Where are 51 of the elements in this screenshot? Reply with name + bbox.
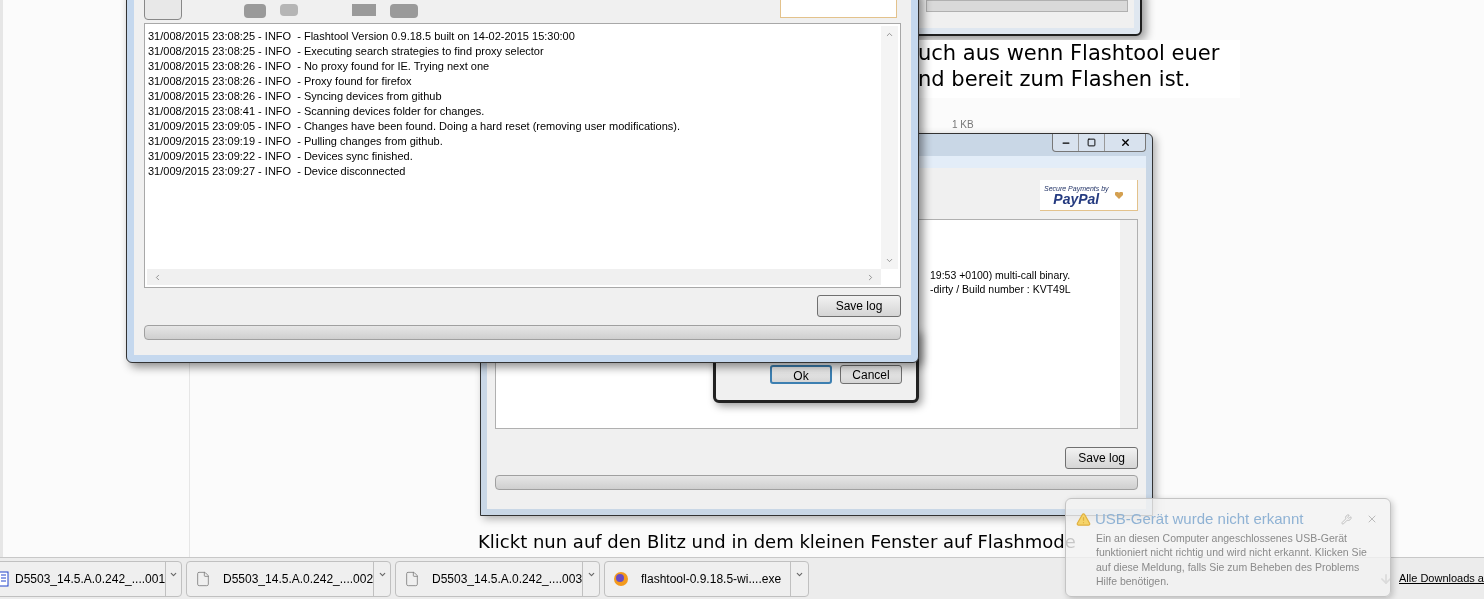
- log-line: 31/009/2015 23:09:19 - INFO - Pulling changes from github.: [148, 134, 444, 149]
- scrollbar[interactable]: [147, 269, 881, 285]
- log-line: 31/009/2015 23:09:27 - INFO - Device disconnected: [148, 164, 407, 179]
- archive-file-icon: [0, 570, 9, 587]
- download-item[interactable]: flashtool-0.9.18.5-wi....exe: [604, 560, 809, 597]
- notification-text: Ein an diesen Computer angeschlossenes USB-Gerät funktioniert nicht richtig und wird nicht erkannt. Klicken Sie auf diese Meldung, falls Sie zum Beheben des Problems Hilfe benötigen.: [1095, 530, 1368, 589]
- scroll-down-icon[interactable]: [885, 256, 894, 265]
- download-name: D5503_14.5.A.0.242_....002: [223, 570, 374, 588]
- file-size: 1 KB: [952, 118, 974, 132]
- warning-icon: [1076, 511, 1091, 527]
- log-line: -dirty / Build number : KVT49L: [930, 282, 1072, 296]
- scrollbar[interactable]: [881, 26, 898, 269]
- log-line: 31/009/2015 23:09:05 - INFO - Changes have been found. Doing a hard reset (removing user modifications).: [148, 119, 681, 134]
- save-log-button[interactable]: Save log: [1065, 447, 1138, 469]
- log-line: 31/008/2015 23:08:26 - INFO - Syncing devices from github: [148, 89, 443, 104]
- download-name: D5503_14.5.A.0.242_....001: [15, 570, 166, 588]
- logo-wordmark: PayPal: [1053, 191, 1100, 206]
- file-icon: [195, 570, 211, 587]
- log-line: 31/008/2015 23:08:25 - INFO - Flashtool Version 0.9.18.5 built on 14-02-2015 15:30:00: [148, 29, 576, 44]
- dialog-button[interactable]: Cancel: [840, 365, 902, 384]
- file-icon: [404, 570, 420, 587]
- download-item[interactable]: D5503_14.5.A.0.242_....002: [186, 560, 391, 597]
- paragraph-line: nd bereit zum Flashen ist.: [918, 66, 1192, 92]
- scroll-right-icon[interactable]: [866, 272, 875, 282]
- paragraph-line: uch aus wenn Flashtool euer: [918, 40, 1221, 66]
- scroll-up-icon[interactable]: [885, 30, 894, 39]
- heart-icon: [1114, 191, 1123, 199]
- log-line: 31/008/2015 23:08:25 - INFO - Executing search strategies to find proxy selector: [148, 44, 545, 59]
- log-line: 19:53 +0100) multi-call binary.: [930, 268, 1072, 282]
- show-all-downloads-link[interactable]: Alle Downloads a: [1399, 570, 1484, 587]
- scrollbar[interactable]: [1120, 220, 1137, 428]
- settings-icon[interactable]: [1341, 513, 1352, 525]
- download-item[interactable]: D5503_14.5.A.0.242_....003: [395, 560, 600, 597]
- save-log-button[interactable]: Save log: [817, 295, 901, 317]
- download-name: flashtool-0.9.18.5-wi....exe: [641, 570, 782, 588]
- dialog-button[interactable]: Ok: [770, 365, 832, 384]
- globe-icon: [613, 570, 629, 587]
- log-line: 31/009/2015 23:09:22 - INFO - Devices sync finished.: [148, 149, 414, 164]
- scrollbar[interactable]: [926, 0, 1128, 12]
- toolbar-icon[interactable]: [352, 4, 376, 16]
- download-name: D5503_14.5.A.0.242_....003: [432, 570, 583, 588]
- toolbar-icon[interactable]: [244, 4, 266, 18]
- maximize-icon: [1087, 138, 1096, 147]
- log-line: 31/008/2015 23:08:26 - INFO - Proxy found for firefox: [148, 74, 413, 89]
- notification-title: USB-Gerät wurde nicht erkannt: [1095, 509, 1304, 529]
- log-line: 31/008/2015 23:08:41 - INFO - Scanning devices folder for changes.: [148, 104, 486, 119]
- log-line: 31/008/2015 23:08:26 - INFO - No proxy found for IE. Trying next one: [148, 59, 491, 74]
- close-icon: [1119, 137, 1131, 148]
- scroll-left-icon[interactable]: [153, 272, 162, 282]
- toolbar-icon[interactable]: [390, 4, 418, 18]
- download-item[interactable]: D5503_14.5.A.0.242_....001: [0, 560, 182, 597]
